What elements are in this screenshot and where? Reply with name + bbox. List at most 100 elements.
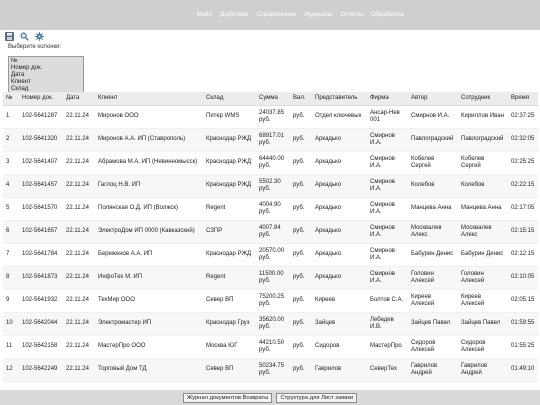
column-option[interactable]: Дата — [11, 72, 81, 79]
table-cell: Север ВП — [203, 358, 256, 382]
table-cell: руб. — [290, 151, 312, 175]
table-cell: Смирнов И.А. — [367, 243, 408, 267]
table-cell: 22.11.24 — [63, 358, 95, 382]
table-row[interactable]: 11 102-5642158 22.11.24 МастерПро ООО Москва… — [3, 335, 538, 359]
table-cell: 102-5641320 — [19, 128, 63, 152]
table-cell: Гаглоц Н.В. ИП — [95, 174, 203, 198]
table-row[interactable]: 9 102-5641932 22.11.24 ТехМир ООО Север ВП 75… — [3, 289, 538, 313]
table-cell: Полянская О.Д. ИП (Волжск) — [95, 197, 203, 221]
returns-journal-button[interactable]: Журнал документов Возвраты — [182, 392, 273, 403]
table-cell: руб. — [290, 174, 312, 198]
table-cell: 01:59:55 — [508, 312, 538, 336]
table-cell: 22.11.24 — [63, 289, 95, 313]
column-header[interactable]: Время — [508, 92, 538, 106]
settings-icon[interactable] — [35, 31, 44, 41]
table-cell: 22.11.24 — [63, 105, 95, 129]
columns-picker-label: Выберите колонки: — [8, 44, 62, 50]
table-cell: 8 — [3, 266, 19, 290]
table-cell: Бабурин Денис — [408, 243, 458, 267]
table-cell: Киреев Алексей — [408, 289, 458, 313]
table-cell: 22.11.24 — [63, 266, 95, 290]
table-cell: Зайцев — [312, 312, 367, 336]
column-option[interactable]: Номер док. — [11, 65, 81, 72]
table-row[interactable]: 2 102-5641320 22.11.24 Миронов А.А. ИП (Ста… — [3, 128, 538, 152]
table-cell: Краснодар РЖД — [203, 243, 256, 267]
table-cell: 102-5641407 — [19, 151, 63, 175]
table-cell: Павлоградский — [458, 128, 508, 152]
column-option[interactable]: Клиент — [11, 79, 81, 86]
column-header[interactable]: Клиент — [95, 92, 203, 106]
table-cell: Ансар-Нев 001 — [367, 105, 408, 129]
menu-file[interactable]: Файл — [192, 11, 216, 18]
table-cell: ИнфоТех М. ИП — [95, 266, 203, 290]
column-header[interactable]: Вал. — [290, 92, 312, 106]
column-header[interactable]: Дата — [63, 92, 95, 106]
table-cell: Аркадько — [312, 220, 367, 244]
table-row[interactable]: 7 102-5641784 22.11.24 Береженов А.А. ИП Кра… — [3, 243, 538, 267]
table-cell: МастерПро ООО — [95, 335, 203, 359]
table-cell: Сидоров — [312, 335, 367, 359]
table-cell: 11500.00 руб. — [256, 266, 290, 290]
table-cell: 12 — [3, 358, 19, 382]
top-menu-bar: Файл Действия Справочники Журналы Отчеты… — [0, 0, 540, 30]
table-cell: 22.11.24 — [63, 197, 95, 221]
table-row[interactable]: 12 102-5642249 22.11.24 Торговый Дом ТД Севе… — [3, 358, 538, 382]
menu-reports[interactable]: Отчеты — [336, 11, 366, 18]
table-row[interactable]: 5 102-5641570 22.11.24 Полянская О.Д. ИП (В… — [3, 197, 538, 221]
table-row[interactable]: 1 102-5641287 22.11.24 Миронов ООО Питер WMS… — [3, 105, 538, 129]
column-header[interactable]: Номер док. — [19, 92, 63, 106]
table-cell: Гаврилов Андрей — [458, 358, 508, 382]
table-cell: 01:55:25 — [508, 335, 538, 359]
table-cell: руб. — [290, 197, 312, 221]
footer-bar: Журнал документов Возвраты Структура для… — [0, 390, 540, 405]
table-cell: 02:17:05 — [508, 197, 538, 221]
columns-picker-list[interactable]: № Номер док. Дата Клиент Склад — [8, 56, 84, 94]
table-cell: Миронов А.А. ИП (Ставрополь) — [95, 128, 203, 152]
table-cell: Смирнов И.А. — [367, 266, 408, 290]
table-cell: Гаврилов — [312, 358, 367, 382]
table-cell: Смирнов И.А. — [367, 197, 408, 221]
table-row[interactable]: 10 102-5642044 22.11.24 Электромастер ИП Кра… — [3, 312, 538, 336]
table-cell: Смирнов И.А. — [367, 174, 408, 198]
column-header[interactable]: Представитель — [312, 92, 367, 106]
table-row[interactable]: 6 102-5641657 22.11.24 ЭлектроДом ИП 0000 (… — [3, 220, 538, 244]
column-header[interactable]: № — [3, 92, 19, 106]
column-header[interactable]: Автор — [408, 92, 458, 106]
column-header[interactable]: Фирма — [367, 92, 408, 106]
search-icon[interactable] — [20, 32, 29, 41]
table-row[interactable]: 8 102-5641873 22.11.24 ИнфоТех М. ИП Regent 1… — [3, 266, 538, 290]
table-row[interactable]: 4 102-5641457 22.11.24 Гаглоц Н.В. ИП Красно… — [3, 174, 538, 198]
table-cell: Москвалев Алекс — [408, 220, 458, 244]
table-cell: 22.11.24 — [63, 335, 95, 359]
column-header[interactable]: Сотрудник — [458, 92, 508, 106]
table-cell: 102-5641932 — [19, 289, 63, 313]
column-option[interactable]: № — [11, 58, 81, 65]
table-cell: ЭлектроДом ИП 0000 (Кавказский) — [95, 220, 203, 244]
save-icon[interactable] — [5, 31, 14, 41]
table-cell: 35620.00 руб. — [256, 312, 290, 336]
table-cell: ТехМир ООО — [95, 289, 203, 313]
request-structure-button[interactable]: Структура для Лист заявки — [276, 392, 358, 403]
table-cell: Питер WMS — [203, 105, 256, 129]
table-cell: руб. — [290, 220, 312, 244]
menu-actions[interactable]: Действия — [216, 11, 252, 18]
menu-processing[interactable]: Обработка — [367, 11, 408, 18]
table-cell: Краснодар Груз — [203, 312, 256, 336]
table-cell: МастерПро — [367, 335, 408, 359]
menu-journals[interactable]: Журналы — [300, 11, 336, 18]
column-header[interactable]: Склад — [203, 92, 256, 106]
table-cell: руб. — [290, 289, 312, 313]
table-cell: Кобелев Сергей — [408, 151, 458, 175]
documents-table: № Номер док. Дата Клиент Склад Сумма Вал. Предс… — [3, 92, 538, 382]
table-cell: 22.11.24 — [63, 220, 95, 244]
table-cell: 68917.01 руб. — [256, 128, 290, 152]
table-cell: 22.11.24 — [63, 128, 95, 152]
table-cell: Аркадько — [312, 243, 367, 267]
table-cell: 2 — [3, 128, 19, 152]
table-cell: 02:22:15 — [508, 174, 538, 198]
column-header[interactable]: Сумма — [256, 92, 290, 106]
table-cell: Аркадько — [312, 174, 367, 198]
table-row[interactable]: 3 102-5641407 22.11.24 Абрамова М.А. ИП (Не… — [3, 151, 538, 175]
menu-references[interactable]: Справочники — [253, 11, 300, 18]
table-cell: Киреев — [312, 289, 367, 313]
